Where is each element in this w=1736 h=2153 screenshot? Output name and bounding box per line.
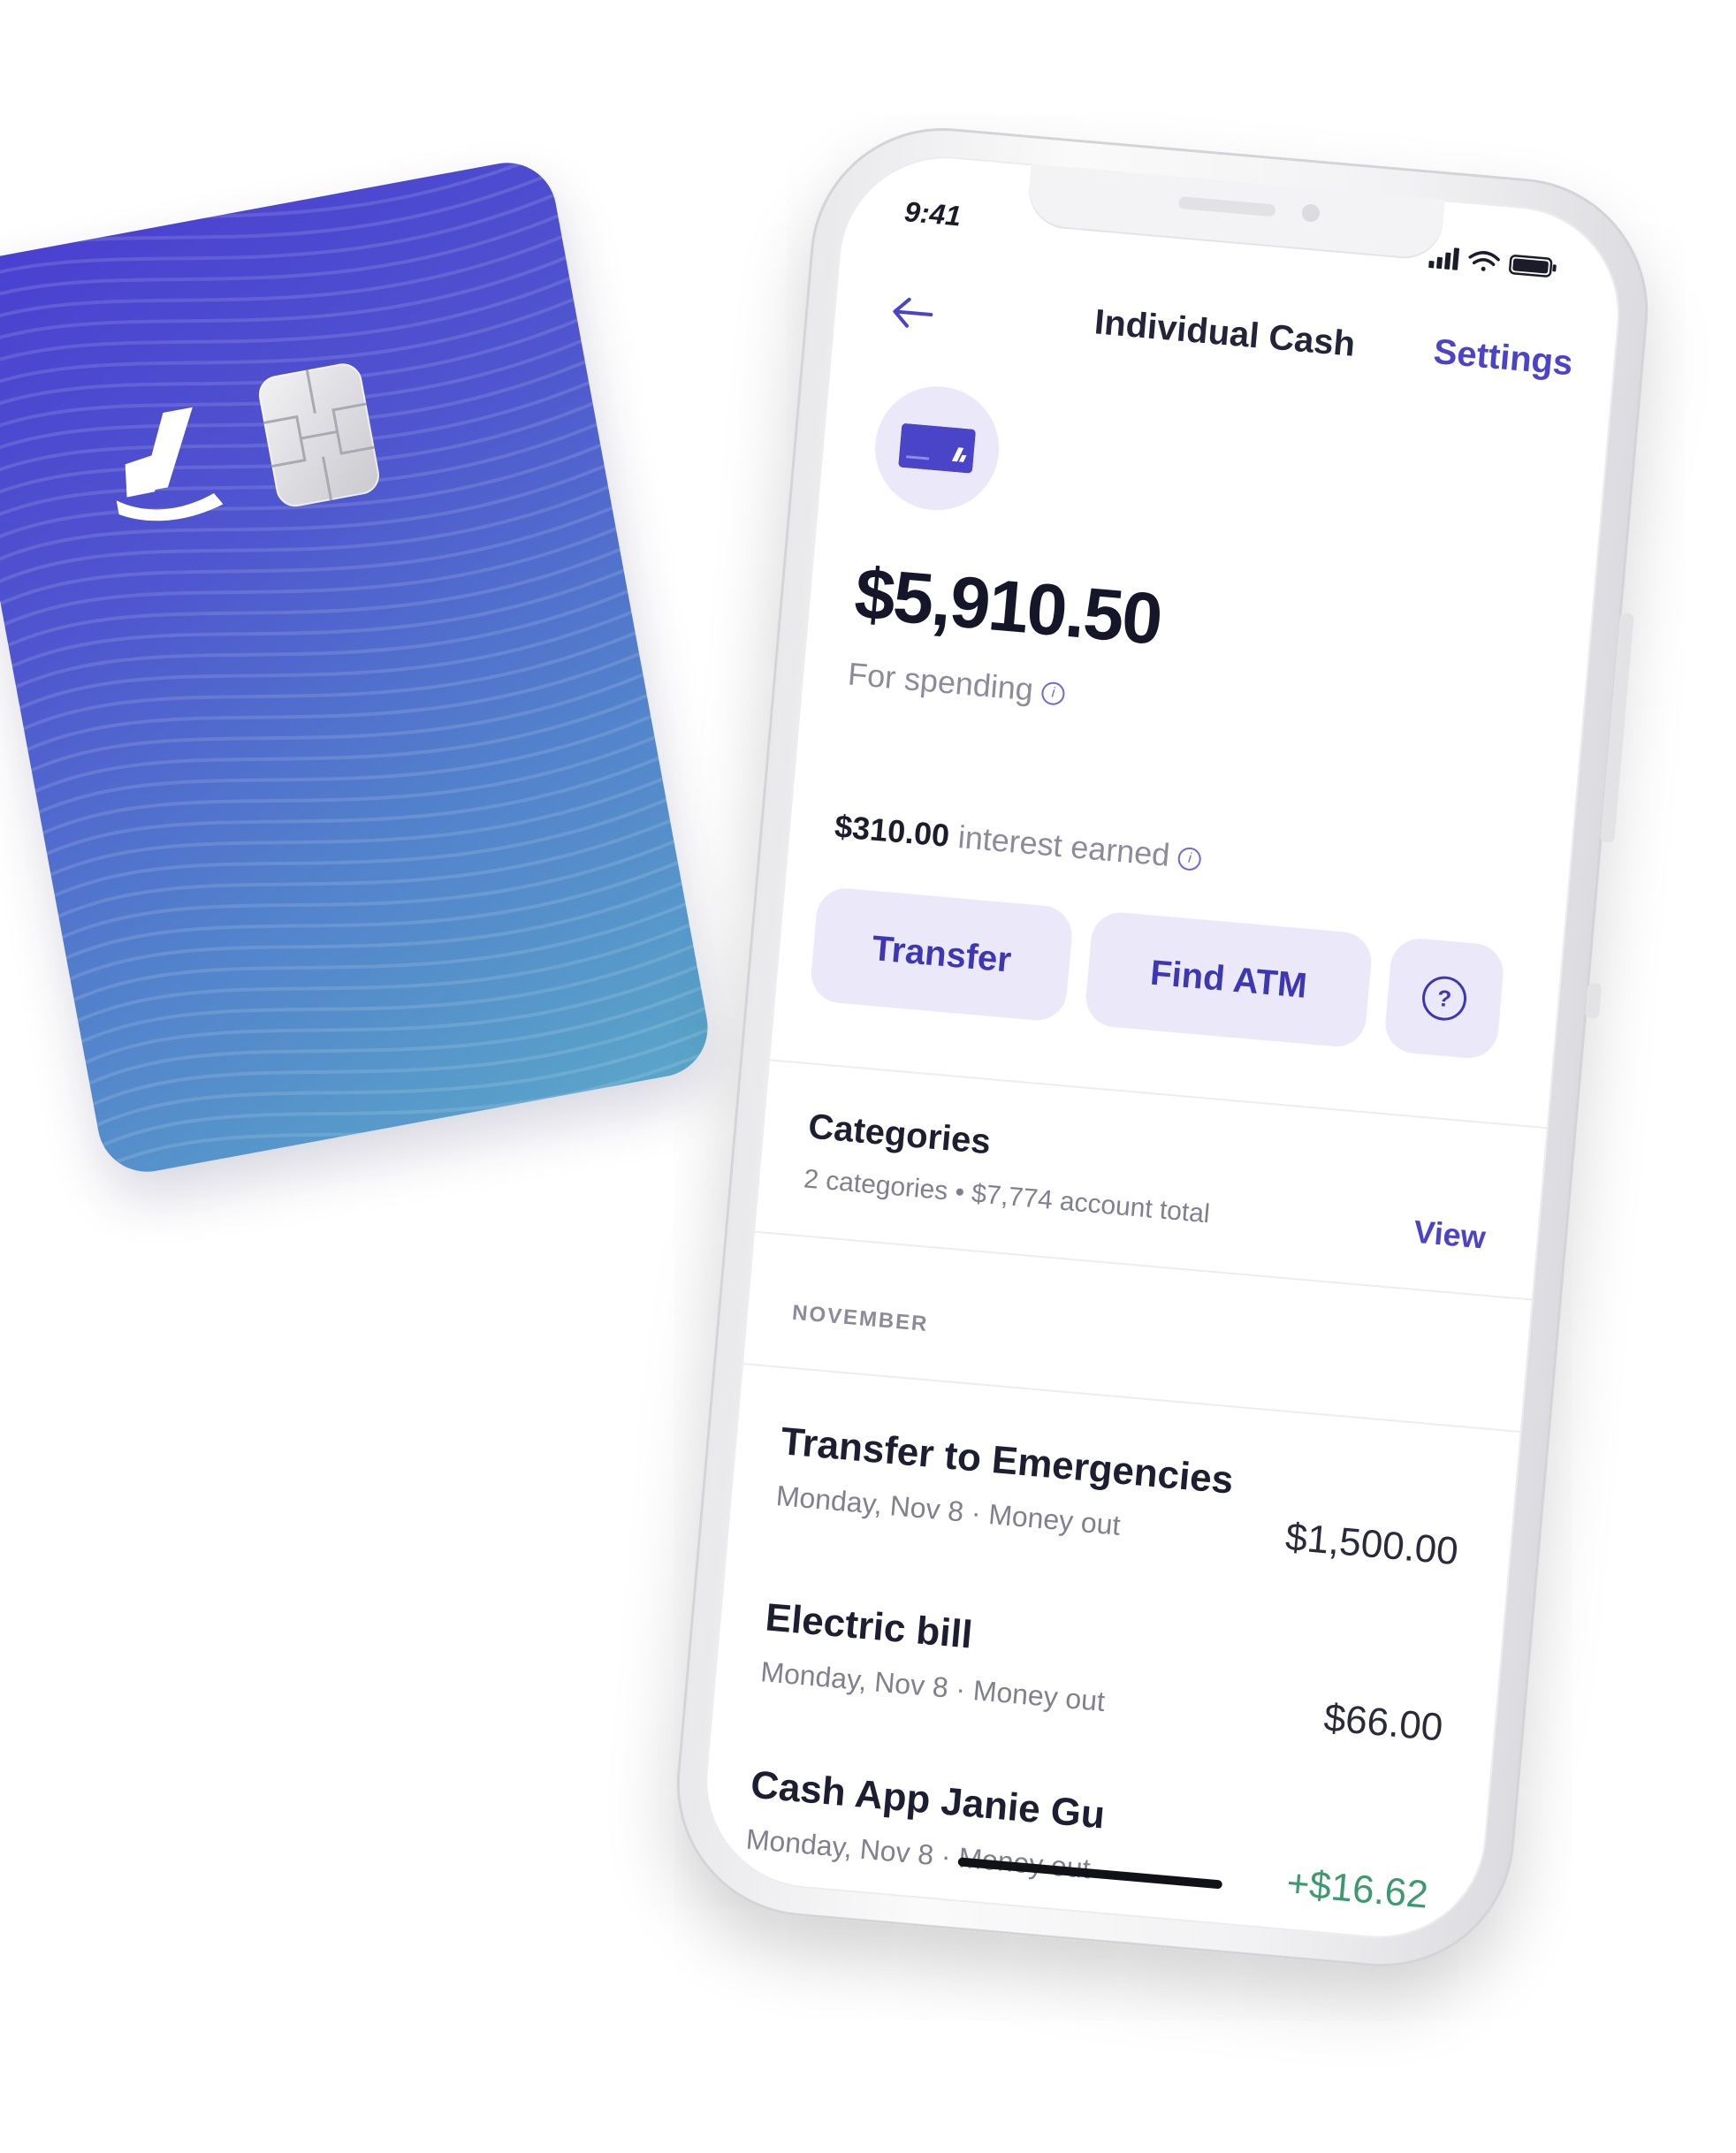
transaction-row[interactable]: Transfer to Emergencies Monday, Nov 8 · … <box>724 1416 1517 1634</box>
categories-subtitle: 2 categories • $7,774 account total <box>803 1164 1211 1229</box>
app-screen: 9:41 Individual Cash Settings $5,910.50 … <box>697 148 1628 1947</box>
transaction-title: Cash App Janie Gu <box>749 1762 1107 1837</box>
info-icon[interactable]: i <box>1040 681 1066 707</box>
card-wave-line <box>0 561 642 676</box>
transaction-amount: +$16.62 <box>1284 1860 1430 1917</box>
divider <box>741 1362 1522 1434</box>
card-wave-line <box>0 520 634 635</box>
card-icon <box>898 423 976 474</box>
balance-amount: $5,910.50 <box>851 552 1164 660</box>
transaction-amount: $66.00 <box>1321 1695 1445 1750</box>
wealthfront-logo-icon <box>116 407 224 521</box>
transaction-title: Electric bill <box>763 1595 975 1657</box>
transaction-subtitle: Monday, Nov 8 · Money out <box>759 1655 1107 1718</box>
front-camera <box>1301 203 1321 223</box>
help-button[interactable]: ? <box>1382 936 1506 1061</box>
balance-label-row: For spending i <box>847 655 1067 711</box>
side-button-small <box>1584 982 1603 1019</box>
card-wave-line <box>0 155 560 238</box>
chat-help-icon: ? <box>1420 974 1469 1023</box>
categories-view-link[interactable]: View <box>1412 1213 1488 1257</box>
account-avatar <box>870 381 1004 516</box>
interest-info-icon[interactable]: i <box>1176 847 1203 872</box>
transfer-button-label: Transfer <box>870 928 1013 980</box>
card-wave-line <box>0 540 637 655</box>
status-icons <box>1428 247 1557 278</box>
battery-icon <box>1509 255 1557 278</box>
balance-label: For spending <box>846 655 1035 708</box>
find-atm-button[interactable]: Find ATM <box>1083 909 1374 1049</box>
interest-label: interest earned <box>956 818 1172 873</box>
card-wave-pattern <box>0 155 716 1176</box>
status-time: 9:41 <box>902 195 963 232</box>
phone-device: 9:41 Individual Cash Settings $5,910.50 … <box>666 117 1659 1978</box>
categories-title: Categories <box>806 1107 993 1162</box>
wifi-icon <box>1468 251 1500 271</box>
interest-row: $310.00 interest earned i <box>834 808 1203 877</box>
month-header: NOVEMBER <box>791 1300 930 1337</box>
find-atm-button-label: Find ATM <box>1148 953 1309 1006</box>
interest-amount: $310.00 <box>833 807 951 855</box>
card-wave-line <box>0 498 630 613</box>
transaction-amount: $1,500.00 <box>1283 1515 1460 1574</box>
debit-card <box>0 155 716 1180</box>
settings-link[interactable]: Settings <box>1432 332 1574 384</box>
speaker-grille <box>1177 195 1276 217</box>
transfer-button[interactable]: Transfer <box>809 886 1075 1023</box>
signal-icon <box>1428 247 1459 270</box>
